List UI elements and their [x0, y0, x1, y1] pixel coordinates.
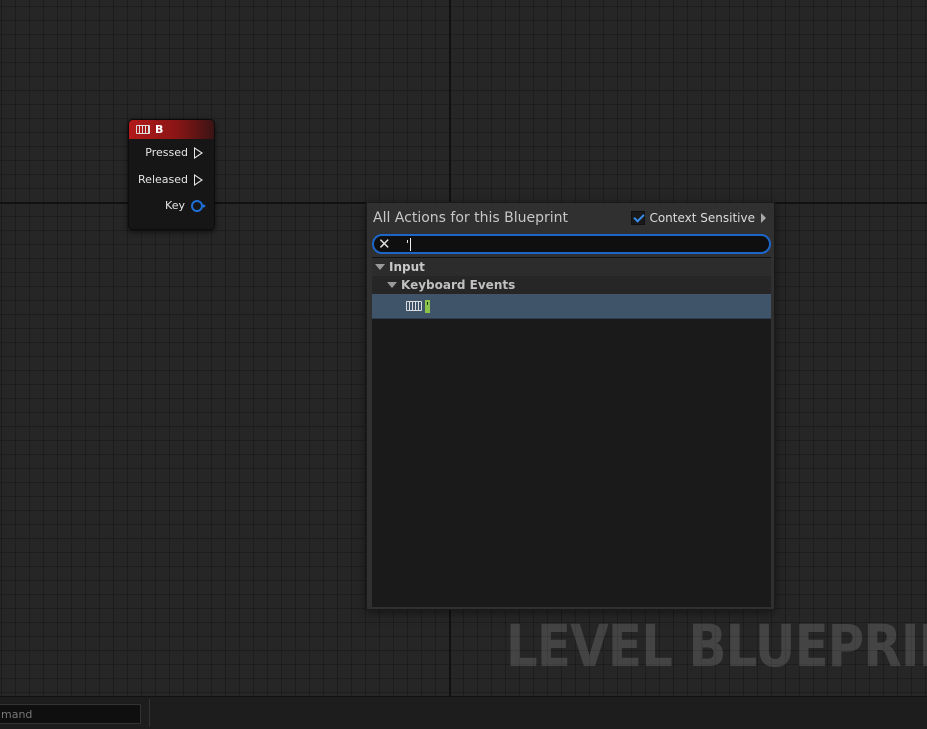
bottom-status-bar: mand	[0, 696, 927, 729]
pin-row-released: Released	[129, 166, 214, 193]
keyboard-icon	[406, 301, 422, 311]
exec-pin-icon[interactable]	[194, 146, 203, 159]
close-icon[interactable]: ✕	[378, 237, 392, 252]
action-menu: All Actions for this Blueprint Context S…	[366, 202, 775, 610]
action-search-box[interactable]: ✕ '	[372, 234, 771, 254]
context-sensitive-checkbox[interactable]	[631, 211, 646, 225]
action-menu-header: All Actions for this Blueprint Context S…	[367, 203, 774, 233]
command-input[interactable]: mand	[0, 704, 141, 724]
action-list[interactable]: Input Keyboard Events '	[372, 257, 771, 607]
exec-pin-icon[interactable]	[194, 173, 203, 186]
context-sensitive-toggle[interactable]: Context Sensitive	[631, 211, 766, 225]
search-text: '	[406, 237, 410, 251]
pin-label-key: Key	[165, 199, 185, 212]
category-input[interactable]: Input	[372, 258, 771, 276]
node-header[interactable]: B	[129, 120, 214, 139]
keyboard-event-node[interactable]: B Pressed Released Key	[128, 119, 215, 230]
action-menu-title: All Actions for this Blueprint	[373, 210, 568, 226]
text-caret	[410, 237, 412, 251]
command-placeholder: mand	[1, 707, 33, 721]
chevron-right-icon[interactable]	[761, 213, 766, 223]
subcategory-keyboard-events[interactable]: Keyboard Events	[372, 276, 771, 294]
action-search-input[interactable]: '	[406, 237, 706, 251]
pin-row-pressed: Pressed	[129, 139, 214, 166]
pin-row-key: Key	[129, 193, 214, 218]
data-pin-icon[interactable]	[191, 199, 206, 212]
level-blueprint-watermark: LEVEL BLUEPRIN	[506, 612, 927, 680]
divider	[149, 699, 150, 727]
keyboard-icon	[136, 125, 150, 134]
node-title: B	[155, 123, 164, 136]
pin-label-released: Released	[138, 173, 188, 186]
context-sensitive-label: Context Sensitive	[649, 211, 755, 225]
expand-arrow-icon[interactable]	[375, 264, 385, 270]
pin-label-pressed: Pressed	[145, 146, 188, 159]
subcategory-label: Keyboard Events	[401, 278, 516, 292]
action-item-label: '	[425, 299, 431, 313]
expand-arrow-icon[interactable]	[387, 282, 397, 288]
category-label: Input	[389, 260, 425, 274]
action-item-selected[interactable]: '	[372, 294, 771, 319]
